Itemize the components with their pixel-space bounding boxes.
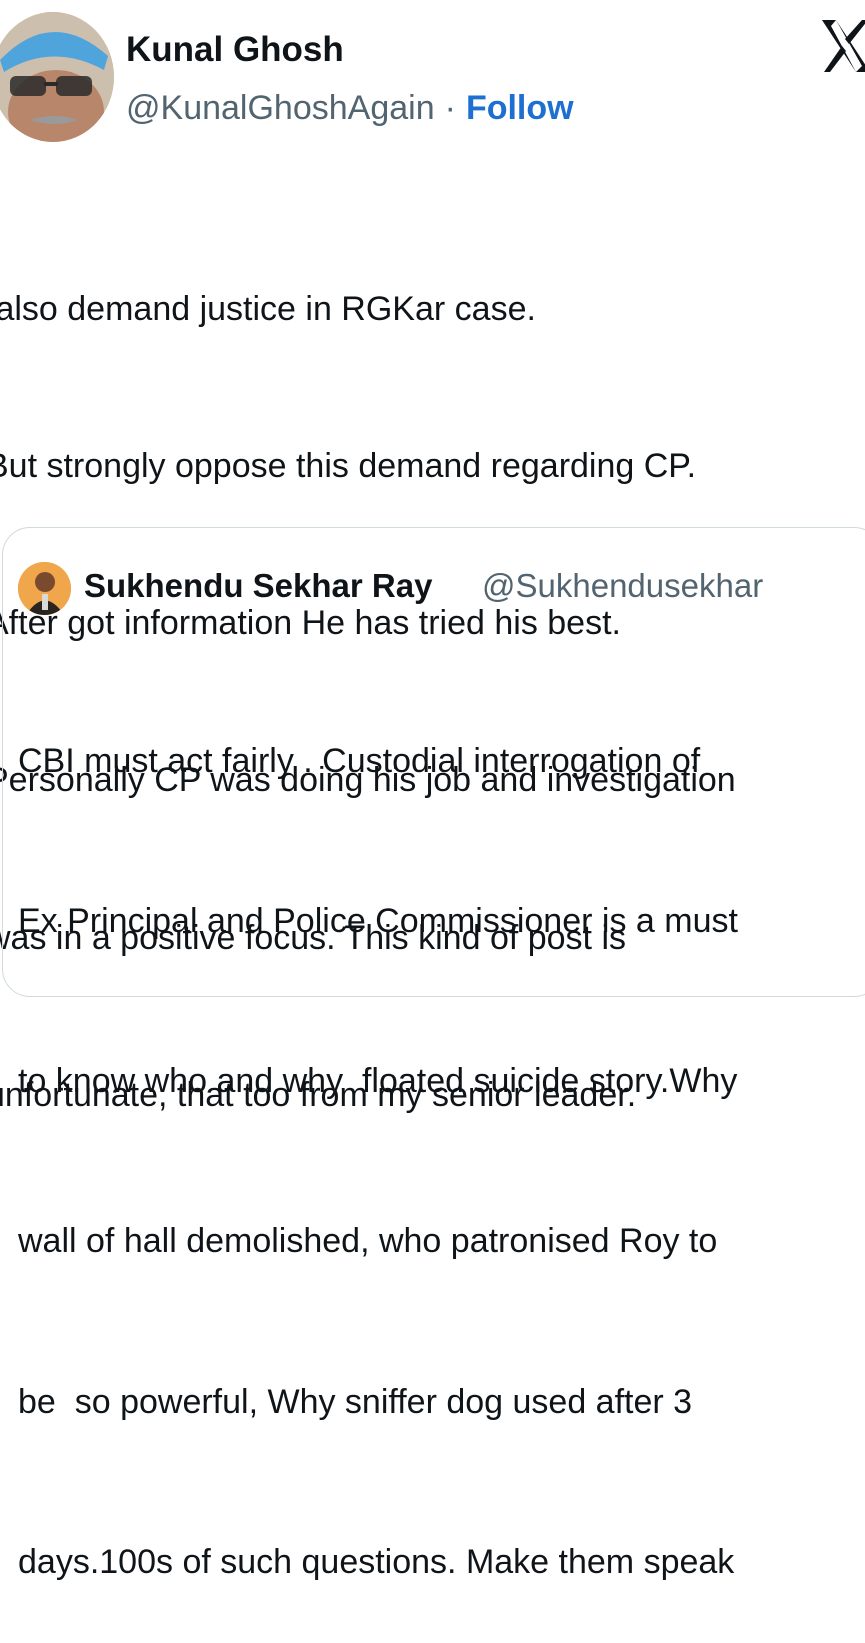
quoted-line: days.100s of such questions. Make them s… — [18, 1542, 735, 1581]
author-meta: @KunalGhoshAgain · Follow — [126, 86, 574, 130]
follow-button[interactable]: Follow — [466, 89, 574, 127]
x-logo-icon[interactable] — [822, 18, 865, 74]
author-handle[interactable]: @KunalGhoshAgain — [126, 89, 435, 127]
author-avatar[interactable] — [0, 12, 114, 142]
quoted-author-handle[interactable]: @Sukhendusekhar — [482, 564, 763, 608]
quoted-author-avatar[interactable] — [18, 562, 71, 615]
author-name[interactable]: Kunal Ghosh — [126, 28, 344, 72]
quoted-line: to know who and why floated suicide stor… — [18, 1062, 738, 1101]
person-avatar-icon — [0, 12, 114, 142]
quoted-author-name[interactable]: Sukhendu Sekhar Ray — [84, 564, 432, 608]
quoted-line: Ex Principal and Police Commissioner is … — [18, 902, 738, 941]
quoted-tweet-text: CBI must act fairly . Custodial interrog… — [18, 628, 738, 1643]
tweet-line: But strongly oppose this demand regardin… — [0, 447, 697, 486]
quoted-line: wall of hall demolished, who patronised … — [18, 1222, 718, 1261]
tweet-line: also demand justice in RGKar case. — [0, 289, 536, 328]
quoted-line: CBI must act fairly . Custodial interrog… — [18, 741, 701, 780]
separator-dot: · — [444, 89, 456, 127]
person-avatar-icon — [18, 562, 71, 615]
quoted-line: be so powerful, Why sniffer dog used aft… — [18, 1382, 693, 1421]
